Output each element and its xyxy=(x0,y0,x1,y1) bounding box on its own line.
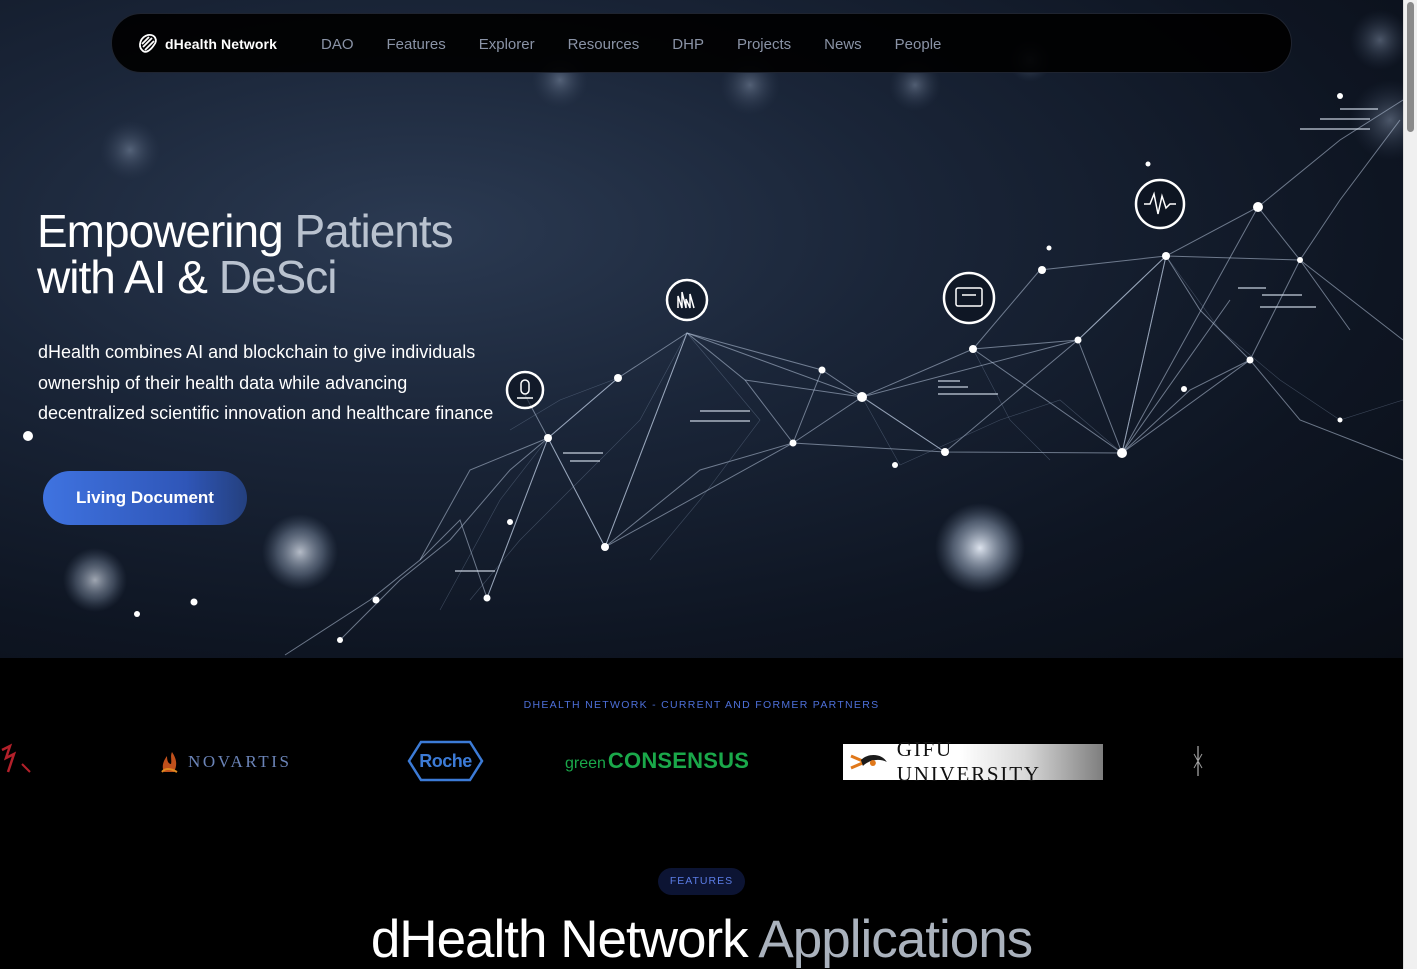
hero-title: Empowering Patients with AI & DeSci xyxy=(37,205,454,303)
features-title-gray: Applications xyxy=(758,910,1033,969)
features-badge: FEATURES xyxy=(658,868,745,895)
gifu-university-logo[interactable]: GIFU UNIVERSITY xyxy=(843,737,1103,786)
greenconsensus-green-word: green xyxy=(565,755,606,772)
brand-name: dHealth Network xyxy=(165,36,277,52)
network-background-illustration xyxy=(23,10,1403,656)
greenconsensus-consensus-word: CONSENSUS xyxy=(607,748,750,773)
nav-item-news[interactable]: News xyxy=(824,36,862,53)
gifu-emblem-icon xyxy=(850,754,887,770)
nav-item-dhp[interactable]: DHP xyxy=(672,36,704,53)
partial-partner-logo-left xyxy=(1,743,31,773)
nav-item-explorer[interactable]: Explorer xyxy=(479,36,535,53)
greenconsensus-logo[interactable]: green CONSENSUS xyxy=(565,748,749,774)
nav-item-features[interactable]: Features xyxy=(387,36,446,53)
nav-item-projects[interactable]: Projects xyxy=(737,36,791,53)
novartis-flame-icon xyxy=(161,752,178,773)
nav-item-dao[interactable]: DAO xyxy=(321,36,354,53)
hero-title-line1-white: Empowering xyxy=(37,205,295,257)
features-title-white: dHealth Network xyxy=(370,910,759,969)
hero-title-line2-gray: DeSci xyxy=(218,251,338,303)
living-document-button[interactable]: Living Document xyxy=(43,471,247,525)
partial-partner-logo-right xyxy=(1193,746,1203,776)
novartis-logo[interactable]: NOVARTIS xyxy=(160,749,292,775)
dhealth-logo-icon xyxy=(139,34,157,53)
nav-item-resources[interactable]: Resources xyxy=(568,36,640,53)
features-title: dHealth Network Applications xyxy=(0,910,1403,969)
hero-section: dHealth Network DAO Features Explorer Re… xyxy=(0,0,1403,658)
roche-wordmark: Roche xyxy=(419,751,472,771)
top-navbar: dHealth Network DAO Features Explorer Re… xyxy=(111,13,1292,73)
hero-title-line1-gray: Patients xyxy=(294,205,453,257)
partners-label: dHealth Network - Current and Former Par… xyxy=(523,699,880,711)
brand-logo[interactable]: dHealth Network xyxy=(137,31,277,57)
nav-menu: DAO Features Explorer Resources DHP Proj… xyxy=(321,14,974,74)
gifu-wordmark: GIFU UNIVERSITY xyxy=(896,737,1041,786)
novartis-wordmark: NOVARTIS xyxy=(188,752,292,771)
page-scrollbar[interactable] xyxy=(1403,0,1417,969)
hero-title-line2-white: with AI & xyxy=(37,251,219,303)
page: dHealth Network DAO Features Explorer Re… xyxy=(0,0,1403,969)
scrollbar-thumb[interactable] xyxy=(1407,2,1414,132)
hero-description: dHealth combines AI and blockchain to gi… xyxy=(38,342,494,423)
nav-item-people[interactable]: People xyxy=(895,36,942,53)
roche-logo[interactable]: Roche xyxy=(407,740,484,782)
